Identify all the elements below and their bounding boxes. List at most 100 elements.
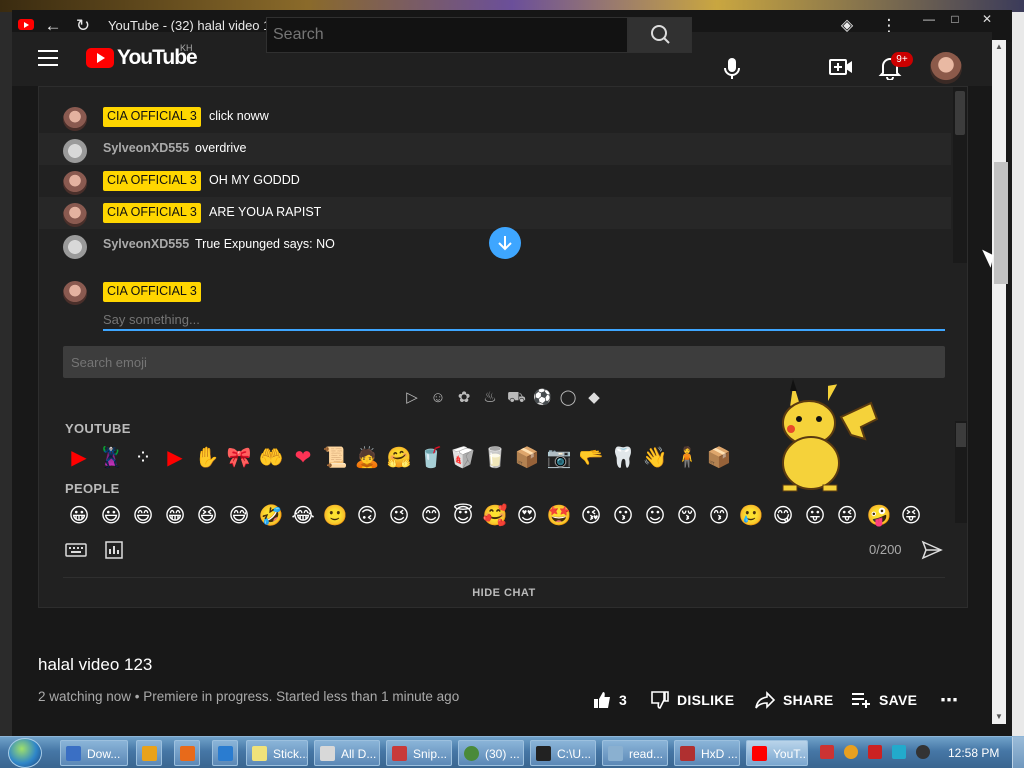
hide-chat-button[interactable]: HIDE CHAT — [63, 577, 945, 607]
chat-scrollbar-thumb[interactable] — [955, 91, 965, 135]
search-button[interactable] — [628, 17, 692, 53]
food-category-icon[interactable]: ♨ — [481, 389, 499, 407]
taskbar-item[interactable] — [174, 740, 200, 766]
tray-app-icon[interactable] — [844, 745, 858, 759]
emoji-button[interactable]: 😀 — [65, 501, 93, 529]
maximize-button[interactable]: □ — [942, 10, 968, 28]
emoji-button[interactable]: 😘 — [577, 501, 605, 529]
emoji-button[interactable]: 😋 — [769, 501, 797, 529]
emoji-button[interactable]: 😜 — [833, 501, 861, 529]
taskbar-item[interactable]: Dow... — [60, 740, 128, 766]
emoji-button[interactable]: 🫳 — [577, 443, 605, 471]
page-scrollbar[interactable] — [992, 40, 1006, 724]
author-name[interactable]: SylveonXD555 — [103, 141, 189, 155]
emoji-button[interactable]: 🎀 — [225, 443, 253, 471]
keyboard-icon[interactable] — [65, 543, 87, 557]
emoji-button[interactable]: 😉 — [385, 501, 413, 529]
emoji-button[interactable]: 🙂 — [321, 501, 349, 529]
author-badge[interactable]: CIA OFFICIAL 3 — [103, 107, 201, 127]
scroll-down-arrow-icon[interactable]: ▼ — [995, 712, 1003, 721]
activities-category-icon[interactable]: ⚽ — [533, 389, 552, 407]
emoji-button[interactable]: 📷 — [545, 443, 573, 471]
taskbar-item[interactable] — [212, 740, 238, 766]
like-button[interactable]: 3 — [592, 688, 627, 712]
chat-message-input[interactable] — [103, 309, 945, 331]
author-name[interactable]: SylveonXD555 — [103, 237, 189, 251]
close-button[interactable]: ✕ — [974, 10, 1000, 28]
emoji-button[interactable]: 😗 — [609, 501, 637, 529]
jump-to-bottom-button[interactable] — [489, 227, 521, 259]
emoji-button[interactable]: 😝 — [897, 501, 925, 529]
author-badge[interactable]: CIA OFFICIAL 3 — [103, 171, 201, 191]
nature-category-icon[interactable]: ✿ — [455, 389, 473, 407]
emoji-button[interactable]: 😂 — [289, 501, 317, 529]
emoji-button[interactable]: 📦 — [513, 443, 541, 471]
poll-icon[interactable] — [105, 541, 123, 559]
more-actions-icon[interactable]: ⋯ — [940, 688, 958, 712]
emoji-button[interactable]: 😍 — [513, 501, 541, 529]
emoji-button[interactable]: 😇 — [449, 501, 477, 529]
emoji-scrollbar-thumb[interactable] — [956, 423, 966, 447]
emoji-button[interactable]: 😃 — [97, 501, 125, 529]
emoji-button[interactable]: 🦷 — [609, 443, 637, 471]
emoji-button[interactable]: 😚 — [673, 501, 701, 529]
save-button[interactable]: SAVE — [850, 688, 917, 712]
taskbar-item[interactable]: YouT... — [746, 740, 808, 766]
taskbar-clock[interactable]: 12:58 PM — [948, 746, 999, 760]
avatar[interactable] — [63, 171, 87, 195]
tray-app-icon[interactable] — [820, 745, 834, 759]
send-icon[interactable] — [921, 540, 943, 560]
emoji-button[interactable]: 😊 — [417, 501, 445, 529]
hamburger-menu-icon[interactable] — [38, 50, 58, 66]
emoji-button[interactable]: ☺ — [641, 501, 669, 529]
share-button[interactable]: SHARE — [754, 688, 834, 712]
search-input[interactable] — [266, 17, 628, 53]
emoji-button[interactable]: 🤪 — [865, 501, 893, 529]
emoji-button[interactable]: 📦 — [705, 443, 733, 471]
avatar[interactable] — [63, 107, 87, 131]
scroll-up-arrow-icon[interactable]: ▲ — [995, 42, 1003, 51]
emoji-button[interactable]: 😙 — [705, 501, 733, 529]
tray-app-icon[interactable] — [916, 745, 930, 759]
avatar[interactable] — [63, 203, 87, 227]
dislike-button[interactable]: DISLIKE — [650, 688, 734, 712]
emoji-button[interactable]: 🤗 — [385, 443, 413, 471]
taskbar-item[interactable] — [136, 740, 162, 766]
taskbar-item[interactable]: (30) ... — [458, 740, 524, 766]
taskbar-item[interactable]: Stick... — [246, 740, 308, 766]
emoji-button[interactable]: 🤲 — [257, 443, 285, 471]
emoji-button[interactable]: 😄 — [129, 501, 157, 529]
emoji-button[interactable]: 🥤 — [417, 443, 445, 471]
show-desktop-button[interactable] — [1012, 737, 1024, 768]
emoji-button[interactable]: ⁘ — [129, 443, 157, 471]
start-button[interactable] — [8, 738, 42, 768]
create-video-icon[interactable] — [828, 56, 854, 80]
emoji-button[interactable]: 🥲 — [737, 501, 765, 529]
emoji-button[interactable]: ✋ — [193, 443, 221, 471]
emoji-button[interactable]: ▶ — [161, 443, 189, 471]
emoji-button[interactable]: 🤣 — [257, 501, 285, 529]
emoji-button[interactable]: 🙇 — [353, 443, 381, 471]
emoji-button[interactable]: 🥰 — [481, 501, 509, 529]
page-scrollbar-thumb[interactable] — [994, 162, 1008, 284]
emoji-button[interactable]: 🙃 — [353, 501, 381, 529]
taskbar-item[interactable]: HxD ... — [674, 740, 740, 766]
symbols-category-icon[interactable]: ◆ — [585, 389, 603, 407]
emoji-button[interactable]: 👋 — [641, 443, 669, 471]
emoji-search-input[interactable] — [63, 346, 945, 378]
smiley-category-icon[interactable]: ☺ — [429, 389, 447, 407]
emoji-button[interactable]: 🥡 — [449, 443, 477, 471]
emoji-button[interactable]: 🧍 — [673, 443, 701, 471]
taskbar-item[interactable]: C:\U... — [530, 740, 596, 766]
emoji-button[interactable]: 📜 — [321, 443, 349, 471]
travel-category-icon[interactable]: ⛟ — [507, 389, 526, 407]
taskbar-item[interactable]: Snip... — [386, 740, 452, 766]
emoji-button[interactable]: 😁 — [161, 501, 189, 529]
tray-app-icon[interactable] — [892, 745, 906, 759]
emoji-button[interactable]: 🦹 — [97, 443, 125, 471]
taskbar-item[interactable]: All D... — [314, 740, 380, 766]
tray-app-icon[interactable] — [868, 745, 882, 759]
emoji-button[interactable]: 😅 — [225, 501, 253, 529]
objects-category-icon[interactable]: ◯ — [559, 389, 577, 407]
avatar[interactable] — [63, 235, 87, 259]
